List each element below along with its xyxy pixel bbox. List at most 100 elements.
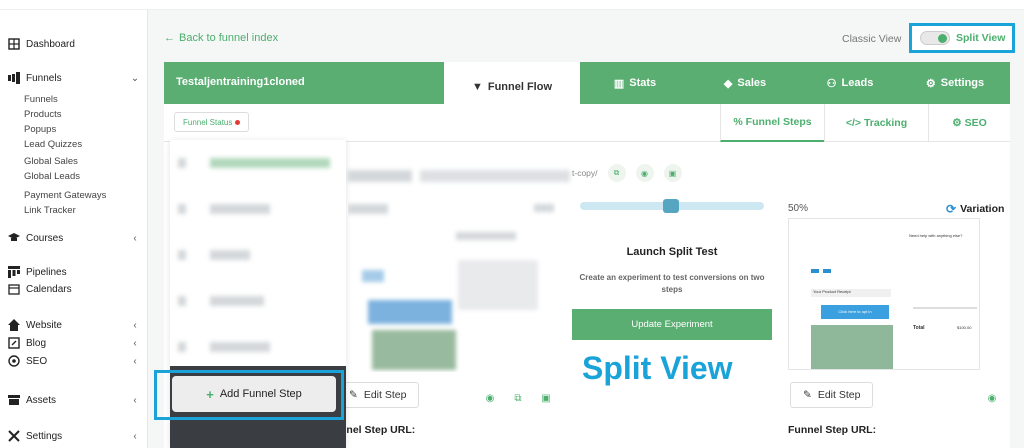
tab-label: Sales bbox=[737, 77, 767, 89]
edit-step-label: Edit Step bbox=[363, 389, 407, 401]
sidebar-item-label: Settings bbox=[26, 430, 63, 442]
sidebar-item-courses[interactable]: Courses ‹ bbox=[8, 232, 140, 244]
chevron-left-icon[interactable]: ‹ bbox=[130, 320, 140, 331]
funnel-status-label: Funnel Status bbox=[183, 117, 233, 127]
eye-icon[interactable]: ◉ bbox=[982, 388, 1002, 408]
chevron-left-icon[interactable]: ‹ bbox=[130, 356, 140, 367]
trash-icon[interactable]: ▣ bbox=[536, 388, 556, 408]
thumb-line bbox=[913, 307, 977, 309]
back-to-funnel-index-link[interactable]: ← Back to funnel index bbox=[164, 32, 278, 44]
chevron-down-icon[interactable]: ⌄ bbox=[130, 73, 140, 84]
copy-icon[interactable]: ⧉ bbox=[508, 388, 528, 408]
blurred-step bbox=[210, 250, 250, 260]
split-view-toggle-highlight: Split View bbox=[909, 23, 1015, 53]
assets-icon bbox=[8, 394, 20, 406]
funnel-status-button[interactable]: Funnel Status bbox=[174, 112, 250, 132]
tab-leads[interactable]: ⚇ Leads bbox=[800, 62, 900, 104]
refresh-icon: ⟳ bbox=[946, 202, 957, 216]
sidebar-subitem-popups[interactable]: Popups bbox=[24, 124, 56, 135]
step-thumbnail-b[interactable]: Need help with anything else? Your Produ… bbox=[788, 218, 980, 370]
sidebar-subitem-link-tracker[interactable]: Link Tracker bbox=[24, 205, 76, 216]
sidebar-item-dashboard[interactable]: Dashboard bbox=[8, 38, 140, 50]
sidebar-subitem-products[interactable]: Products bbox=[24, 109, 62, 120]
sidebar-subitem-global-leads[interactable]: Global Leads bbox=[24, 171, 80, 182]
trash-icon[interactable]: ▣ bbox=[663, 164, 682, 182]
list-item[interactable] bbox=[170, 186, 346, 232]
list-item[interactable] bbox=[170, 324, 346, 370]
sidebar-item-seo[interactable]: SEO ‹ bbox=[8, 355, 140, 367]
add-funnel-step-label: Add Funnel Step bbox=[219, 388, 302, 400]
launch-split-test-title: Launch Split Test bbox=[626, 246, 718, 258]
thumb-price: $100.00 bbox=[957, 325, 972, 330]
sidebar-subitem-global-sales[interactable]: Global Sales bbox=[24, 156, 78, 167]
list-item[interactable] bbox=[170, 278, 346, 324]
edit-step-label: Edit Step bbox=[817, 389, 861, 401]
users-icon: ⚇ bbox=[826, 77, 837, 90]
chevron-left-icon[interactable]: ‹ bbox=[130, 431, 140, 442]
tab-settings[interactable]: ⚙ Settings bbox=[900, 62, 1010, 104]
tag-icon: ◆ bbox=[723, 77, 733, 90]
update-experiment-button[interactable]: Update Experiment bbox=[572, 309, 772, 340]
subtab-label: SEO bbox=[964, 117, 987, 129]
edit-step-button-b[interactable]: ✎ Edit Step bbox=[790, 382, 874, 408]
pipeline-icon bbox=[8, 266, 20, 278]
sidebar-item-label: Website bbox=[26, 319, 62, 331]
eye-icon[interactable]: ◉ bbox=[480, 388, 500, 408]
toggle-knob bbox=[938, 34, 947, 43]
split-view-caption: Split View bbox=[582, 350, 733, 386]
chevron-left-icon[interactable]: ‹ bbox=[130, 395, 140, 406]
thumb-map bbox=[811, 325, 893, 369]
step-thumbnail-a[interactable] bbox=[348, 200, 556, 372]
sidebar-item-label: Pipelines bbox=[26, 266, 67, 278]
list-item[interactable] bbox=[170, 232, 346, 278]
tab-sales[interactable]: ◆ Sales bbox=[690, 62, 800, 104]
sidebar-item-label: Assets bbox=[26, 394, 57, 406]
add-funnel-step-button[interactable]: + Add Funnel Step bbox=[172, 376, 336, 412]
sidebar-item-blog[interactable]: Blog ‹ bbox=[8, 337, 140, 349]
seo-icon bbox=[8, 355, 20, 367]
list-item[interactable] bbox=[170, 140, 346, 186]
back-link-label: Back to funnel index bbox=[179, 32, 279, 44]
sidebar-item-assets[interactable]: Assets ‹ bbox=[8, 394, 140, 406]
blurred-thumb-content bbox=[368, 300, 452, 324]
funnel-step-url-label-a: nnel Step URL: bbox=[340, 424, 416, 436]
subtab-funnel-steps[interactable]: % Funnel Steps bbox=[720, 104, 824, 142]
classic-view-label[interactable]: Classic View bbox=[842, 33, 901, 45]
chevron-left-icon[interactable]: ‹ bbox=[130, 233, 140, 244]
status-dot bbox=[235, 119, 241, 125]
variation-label[interactable]: ⟳ Variation bbox=[946, 202, 1004, 216]
blurred-url-segment bbox=[348, 170, 412, 182]
pencil-icon: ✎ bbox=[803, 389, 812, 401]
subtab-seo[interactable]: ⚙ SEO bbox=[928, 104, 1010, 142]
gear-icon: ⚙ bbox=[925, 77, 936, 90]
tab-stats[interactable]: ▥ Stats bbox=[580, 62, 690, 104]
blurred-step bbox=[178, 250, 186, 260]
blurred-step bbox=[210, 296, 264, 306]
split-slider-thumb[interactable] bbox=[663, 199, 679, 213]
sidebar-item-label: Dashboard bbox=[26, 38, 75, 50]
copy-icon[interactable]: ⧉ bbox=[607, 164, 626, 182]
tab-label: Leads bbox=[841, 77, 874, 89]
blurred-thumb-content bbox=[456, 232, 516, 240]
sidebar-item-calendars[interactable]: Calendars bbox=[8, 283, 140, 295]
sidebar-subitem-funnels[interactable]: Funnels bbox=[24, 94, 58, 105]
chevron-left-icon[interactable]: ‹ bbox=[130, 338, 140, 349]
split-percentage: 50% bbox=[788, 203, 809, 214]
sidebar-item-website[interactable]: Website ‹ bbox=[8, 319, 140, 331]
blurred-step bbox=[178, 342, 186, 352]
blurred-thumb-content bbox=[348, 204, 388, 214]
sidebar-item-pipelines[interactable]: Pipelines bbox=[8, 266, 140, 278]
bar-chart-icon: ▥ bbox=[613, 77, 625, 90]
sidebar-subitem-lead-quizzes[interactable]: Lead Quizzes bbox=[24, 139, 82, 150]
funnel-step-url-label-b: Funnel Step URL: bbox=[788, 424, 877, 436]
sidebar-subitem-payment-gateways[interactable]: Payment Gateways bbox=[24, 190, 106, 201]
split-view-toggle[interactable] bbox=[920, 31, 950, 45]
sidebar-item-funnels[interactable]: Funnels ⌄ bbox=[8, 72, 140, 84]
thumb-total: Total bbox=[913, 325, 925, 331]
edit-step-button-a[interactable]: ✎ Edit Step bbox=[336, 382, 420, 408]
subtab-tracking[interactable]: </> Tracking bbox=[824, 104, 928, 142]
sidebar-item-settings[interactable]: Settings ‹ bbox=[8, 430, 140, 442]
top-strip bbox=[0, 0, 1024, 10]
eye-icon[interactable]: ◉ bbox=[635, 164, 654, 182]
graduation-cap-icon bbox=[8, 232, 20, 244]
